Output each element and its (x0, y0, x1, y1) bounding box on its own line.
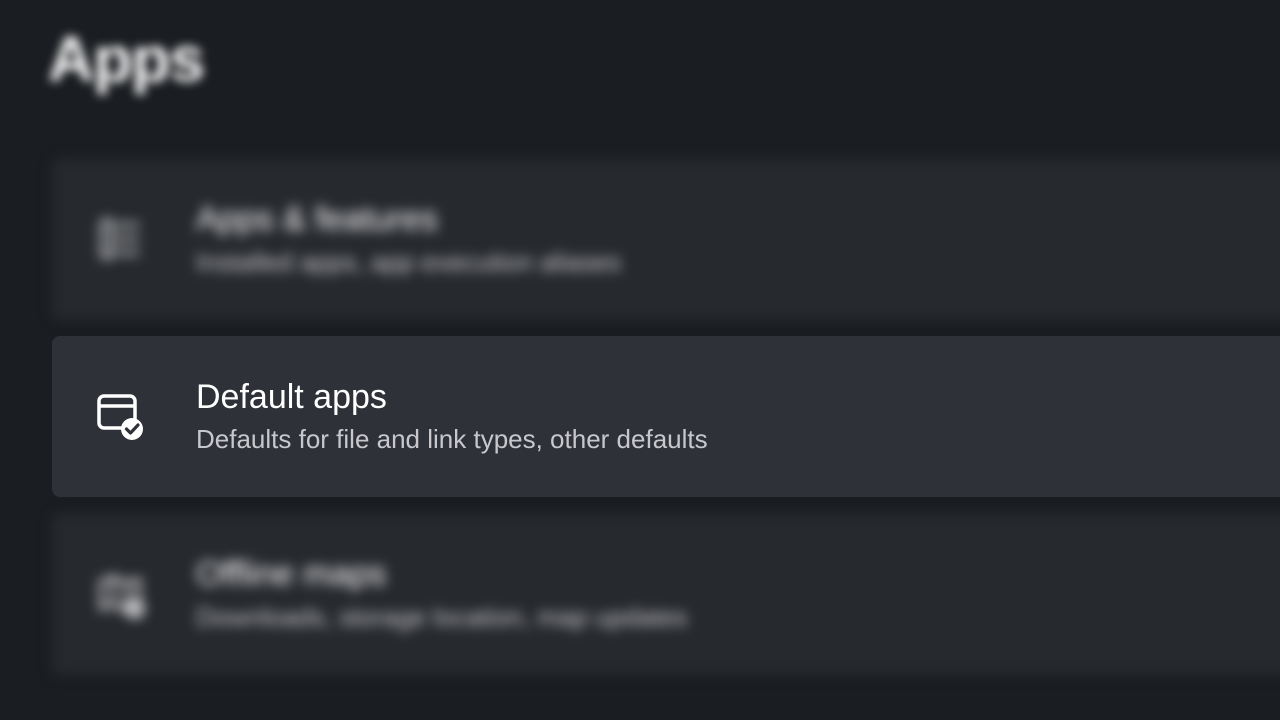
item-description: Installed apps, app execution aliases (196, 245, 621, 280)
item-title: Offline maps (196, 553, 687, 596)
item-description: Downloads, storage location, map updates (196, 600, 687, 635)
item-title: Apps & features (196, 198, 621, 241)
page-title: Apps (0, 0, 1280, 96)
list-item-offline-maps[interactable]: Offline maps Downloads, storage location… (52, 513, 1280, 675)
settings-list: Apps & features Installed apps, app exec… (0, 158, 1280, 675)
apps-features-icon (92, 211, 148, 267)
offline-maps-icon (92, 566, 148, 622)
list-item-apps-features[interactable]: Apps & features Installed apps, app exec… (52, 158, 1280, 320)
default-apps-icon (92, 388, 148, 444)
item-title: Default apps (196, 376, 708, 419)
list-item-default-apps[interactable]: Default apps Defaults for file and link … (52, 336, 1280, 498)
item-description: Defaults for file and link types, other … (196, 422, 708, 457)
